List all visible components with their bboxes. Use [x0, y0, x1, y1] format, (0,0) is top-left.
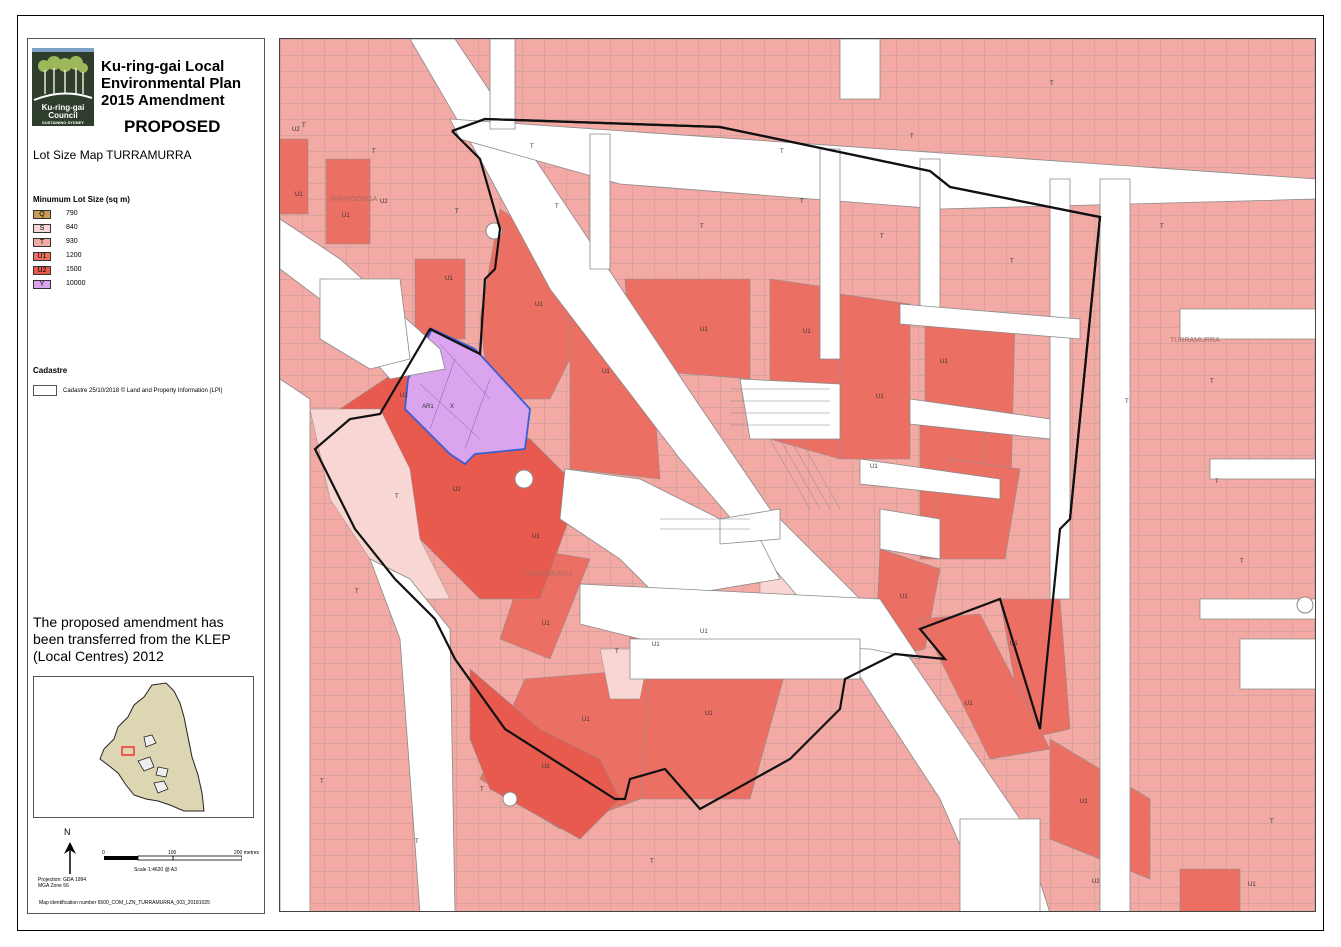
zone-tag: U1 — [582, 717, 590, 723]
legend-value: 790 — [66, 210, 78, 217]
trees-icon — [38, 56, 88, 94]
swoosh-icon — [33, 92, 93, 101]
zone-tag: T — [650, 859, 654, 865]
zone-tag: T — [372, 149, 376, 155]
zone-tag: U1 — [400, 393, 408, 399]
zone-tag: T — [530, 144, 534, 150]
zone-tag: T — [700, 224, 704, 230]
legend-heading: Minumum Lot Size (sq m) — [33, 195, 130, 204]
zone-tag: U1 — [295, 192, 303, 198]
zone-tag: T — [1270, 819, 1274, 825]
scale-max: 200 metres — [234, 850, 260, 856]
zone-tag: T — [1215, 479, 1219, 485]
legend-value: 10000 — [66, 280, 86, 287]
zone-tag: T — [1010, 259, 1014, 265]
zone-tag: U1 — [542, 621, 550, 627]
map-identification-number: Map identification number 6500_COM_LZN_T… — [39, 900, 210, 906]
zone-tag: T — [880, 234, 884, 240]
zone-tag: U1 — [342, 213, 350, 219]
cadastre-swatch — [33, 385, 57, 396]
zone-tag: T — [1160, 224, 1164, 230]
zone-tag: U2 — [292, 127, 300, 133]
legend-swatch: U1 — [33, 252, 51, 261]
suburb-label-turramurra-east: TURRAMURRA — [1170, 337, 1220, 344]
north-label: N — [64, 827, 71, 837]
zone-tag: U1 — [700, 629, 708, 635]
legend-swatch: S — [33, 224, 51, 233]
zone-tag: U1 — [940, 359, 948, 365]
zone-tag: U1 — [965, 701, 973, 707]
cadastre-legend-item: Cadastre 25/10/2018 © Land and Property … — [33, 385, 223, 396]
plan-title: Ku-ring-gai Local Environmental Plan 201… — [101, 58, 241, 109]
zone-tag: U2 — [380, 199, 388, 205]
zone-tag: U1 — [445, 276, 453, 282]
zone-tag: U1 — [870, 464, 878, 470]
zone-tag: U2 — [453, 487, 461, 493]
zone-tag: U1 — [602, 369, 610, 375]
zone-tag: U1 — [1010, 641, 1018, 647]
zone-tag: T — [302, 123, 306, 129]
zone-tag: T — [615, 649, 619, 655]
legend-value: 1200 — [66, 252, 82, 259]
scale-mid: 100 — [168, 850, 177, 856]
council-logo: Ku-ring-gai Council SUSTAINING SYDNEY — [32, 48, 94, 126]
zone-tag: U1 — [876, 394, 884, 400]
zone-label-x: X — [450, 404, 455, 410]
logo-tagline: SUSTAINING SYDNEY — [42, 120, 84, 125]
zone-tag: T — [415, 839, 419, 845]
map-title: Lot Size Map TURRAMURRA — [33, 148, 192, 162]
zone-tag: T — [320, 779, 324, 785]
zone-tag: T — [355, 589, 359, 595]
projection-note: Projection: GDA 1994 MGA Zone 56 — [38, 877, 86, 889]
legend-swatch: T — [33, 238, 51, 247]
zone-label-ar1: AR1 — [422, 404, 434, 410]
zone-tag: U1 — [652, 642, 660, 648]
zone-tag: U1 — [803, 329, 811, 335]
zone-tag: U1 — [900, 594, 908, 600]
legend-swatch: Q — [33, 210, 51, 219]
zone-tag: T — [800, 199, 804, 205]
scale-text: Scale 1:4620 @ A3 — [134, 867, 177, 873]
title-line-3: 2015 Amendment — [101, 92, 225, 109]
map-canvas — [280, 39, 1315, 911]
title-line-1: Ku-ring-gai Local — [101, 58, 225, 75]
logo-sub: Council — [48, 111, 78, 120]
title-line-2: Environmental Plan — [101, 75, 242, 92]
zone-tag: T — [1210, 379, 1214, 385]
zone-tag: U1 — [700, 327, 708, 333]
zone-tag: T — [455, 209, 459, 215]
zone-tag: U1 — [705, 711, 713, 717]
amendment-note: The proposed amendment has been transfer… — [33, 614, 231, 664]
legend-swatch: Y — [33, 280, 51, 289]
zone-tag: U1 — [532, 534, 540, 540]
zone-tag: T — [555, 204, 559, 210]
projection-line-2: MGA Zone 56 — [38, 883, 69, 889]
zone-tag: T — [1050, 81, 1054, 87]
legend-value: 1500 — [66, 266, 82, 273]
zone-tag: U1 — [1080, 799, 1088, 805]
zone-tag: T — [910, 134, 914, 140]
zone-tag: U2 — [542, 764, 550, 770]
zone-tag: U1 — [535, 302, 543, 308]
zone-tag: T — [1240, 559, 1244, 565]
legend-swatch: U2 — [33, 266, 51, 275]
locality-inset-map — [33, 676, 254, 818]
legend-value: 930 — [66, 238, 78, 245]
legend-value: 840 — [66, 224, 78, 231]
zone-tag: U1 — [1248, 882, 1256, 888]
cadastre-heading: Cadastre — [33, 366, 68, 375]
zone-tag: T — [780, 149, 784, 155]
suburb-label-wahroonga: WAHROONGA — [330, 196, 378, 203]
zone-tag: U2 — [1092, 879, 1100, 885]
cadastre-label: Cadastre 25/10/2018 © Land and Property … — [63, 388, 223, 395]
zone-tag: T — [1125, 399, 1129, 405]
scale-zero: 0 — [102, 850, 105, 856]
suburb-label-turramurra-centre: TURRAMURRA — [523, 571, 573, 578]
status-label: PROPOSED — [124, 117, 221, 136]
lot-size-map[interactable]: WAHROONGA TURRAMURRA TURRAMURRA AR1 X TU… — [279, 38, 1316, 912]
zone-tag: T — [480, 787, 484, 793]
zone-tag: T — [395, 494, 399, 500]
